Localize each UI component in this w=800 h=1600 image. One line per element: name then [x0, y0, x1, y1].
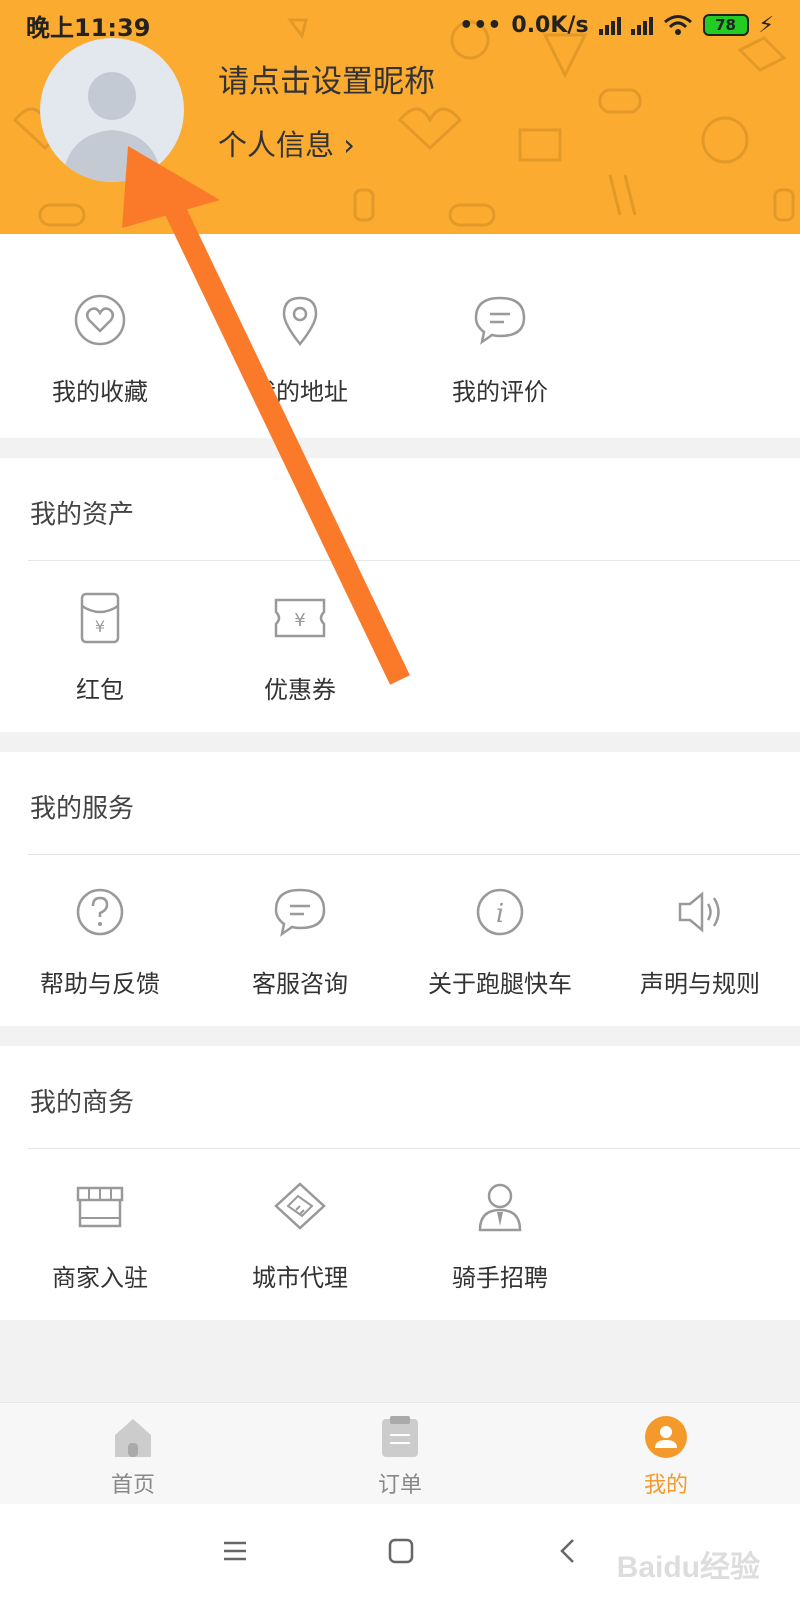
signal-icon	[598, 15, 621, 35]
personal-info-label: 个人信息	[218, 128, 335, 162]
wifi-icon	[663, 15, 692, 35]
network-speed: 0.0K/s	[511, 12, 589, 38]
handshake-icon	[274, 1182, 326, 1230]
services-section: 我的服务 帮助与反馈 客服咨询 i 关于跑腿快车 声明与规则	[0, 752, 800, 1026]
help-feedback-item[interactable]: 帮助与反馈	[0, 882, 200, 999]
nickname-prompt[interactable]: 请点击设置昵称	[218, 56, 435, 101]
assets-section: 我的资产 ¥ 红包 ¥ 优惠券	[0, 458, 800, 732]
section-title: 我的服务	[30, 794, 135, 824]
divider	[28, 854, 800, 855]
heart-icon	[74, 294, 126, 346]
charging-icon: ⚡	[758, 12, 774, 38]
signal-icon	[630, 15, 653, 35]
divider	[28, 1148, 800, 1149]
tab-mine-label: 我的	[643, 1473, 688, 1498]
red-packet-item[interactable]: ¥ 红包	[0, 588, 200, 705]
baidu-watermark: Baidu经验	[616, 1551, 760, 1584]
tab-home-label: 首页	[110, 1473, 155, 1498]
svg-text:¥: ¥	[95, 617, 105, 636]
comment-icon	[474, 296, 526, 345]
profile-icon	[645, 1416, 687, 1458]
personal-info-link[interactable]: 个人信息 ›	[218, 122, 355, 164]
status-indicators: ••• 0.0K/s 78 ⚡	[459, 13, 774, 38]
orders-icon	[382, 1416, 418, 1457]
coupon-item[interactable]: ¥ 优惠券	[200, 588, 400, 705]
about-item[interactable]: i 关于跑腿快车	[400, 882, 600, 999]
speaker-icon	[678, 891, 720, 933]
system-navigation-bar: Baidu经验	[0, 1504, 800, 1600]
address-label: 我的地址	[252, 378, 348, 406]
terms-item[interactable]: 声明与规则	[600, 882, 800, 999]
merchant-join-label: 商家入驻	[52, 1264, 148, 1292]
city-agent-label: 城市代理	[252, 1264, 348, 1292]
quick-actions-section: 我的收藏 我的地址 我的评价	[0, 234, 800, 438]
battery-indicator: 78	[702, 14, 749, 36]
home-icon	[115, 1419, 151, 1457]
divider	[28, 560, 800, 561]
bottom-tab-bar: 首页 订单 我的	[0, 1402, 800, 1504]
tab-mine[interactable]: 我的	[596, 1415, 736, 1499]
info-icon: i	[476, 888, 524, 936]
svg-text:i: i	[496, 899, 504, 929]
address-item[interactable]: 我的地址	[200, 290, 400, 407]
rider-recruit-label: 骑手招聘	[452, 1264, 548, 1292]
section-title: 我的商务	[30, 1088, 135, 1118]
chevron-right-icon: ›	[343, 128, 355, 162]
terms-label: 声明与规则	[640, 970, 760, 998]
location-pin-icon	[282, 296, 318, 347]
red-packet-label: 红包	[76, 676, 124, 704]
svg-text:¥: ¥	[294, 610, 305, 631]
reviews-label: 我的评价	[452, 378, 548, 406]
business-section: 我的商务 商家入驻 城市代理 骑手招聘	[0, 1046, 800, 1320]
help-feedback-label: 帮助与反馈	[40, 970, 160, 998]
status-time: 晚上11:39	[26, 13, 151, 42]
coupon-label: 优惠券	[264, 676, 336, 704]
red-packet-icon: ¥	[80, 592, 120, 644]
reviews-item[interactable]: 我的评价	[400, 290, 600, 407]
profile-header: 晚上11:39 ••• 0.0K/s 78 ⚡ 请点击设置昵称 个人信息 ›	[0, 0, 800, 234]
home-button-icon[interactable]	[388, 1538, 414, 1564]
back-icon[interactable]	[558, 1538, 578, 1564]
merchant-join-item[interactable]: 商家入驻	[0, 1176, 200, 1293]
menu-icon[interactable]	[222, 1538, 248, 1564]
tab-orders-label: 订单	[377, 1473, 422, 1498]
tab-orders[interactable]: 订单	[330, 1415, 470, 1499]
favorites-label: 我的收藏	[52, 378, 148, 406]
tab-home[interactable]: 首页	[63, 1415, 203, 1499]
help-icon	[76, 888, 124, 936]
more-dots-icon: •••	[459, 12, 502, 38]
customer-service-item[interactable]: 客服咨询	[200, 882, 400, 999]
city-agent-item[interactable]: 城市代理	[200, 1176, 400, 1293]
customer-service-label: 客服咨询	[252, 970, 348, 998]
person-tie-icon	[478, 1183, 522, 1232]
about-label: 关于跑腿快车	[428, 970, 572, 998]
coupon-icon: ¥	[274, 598, 326, 638]
chat-icon	[274, 888, 326, 937]
favorites-item[interactable]: 我的收藏	[0, 290, 200, 407]
section-title: 我的资产	[30, 500, 135, 530]
store-icon	[76, 1186, 124, 1228]
default-avatar-icon	[62, 72, 162, 182]
avatar[interactable]	[40, 38, 184, 182]
rider-recruit-item[interactable]: 骑手招聘	[400, 1176, 600, 1293]
